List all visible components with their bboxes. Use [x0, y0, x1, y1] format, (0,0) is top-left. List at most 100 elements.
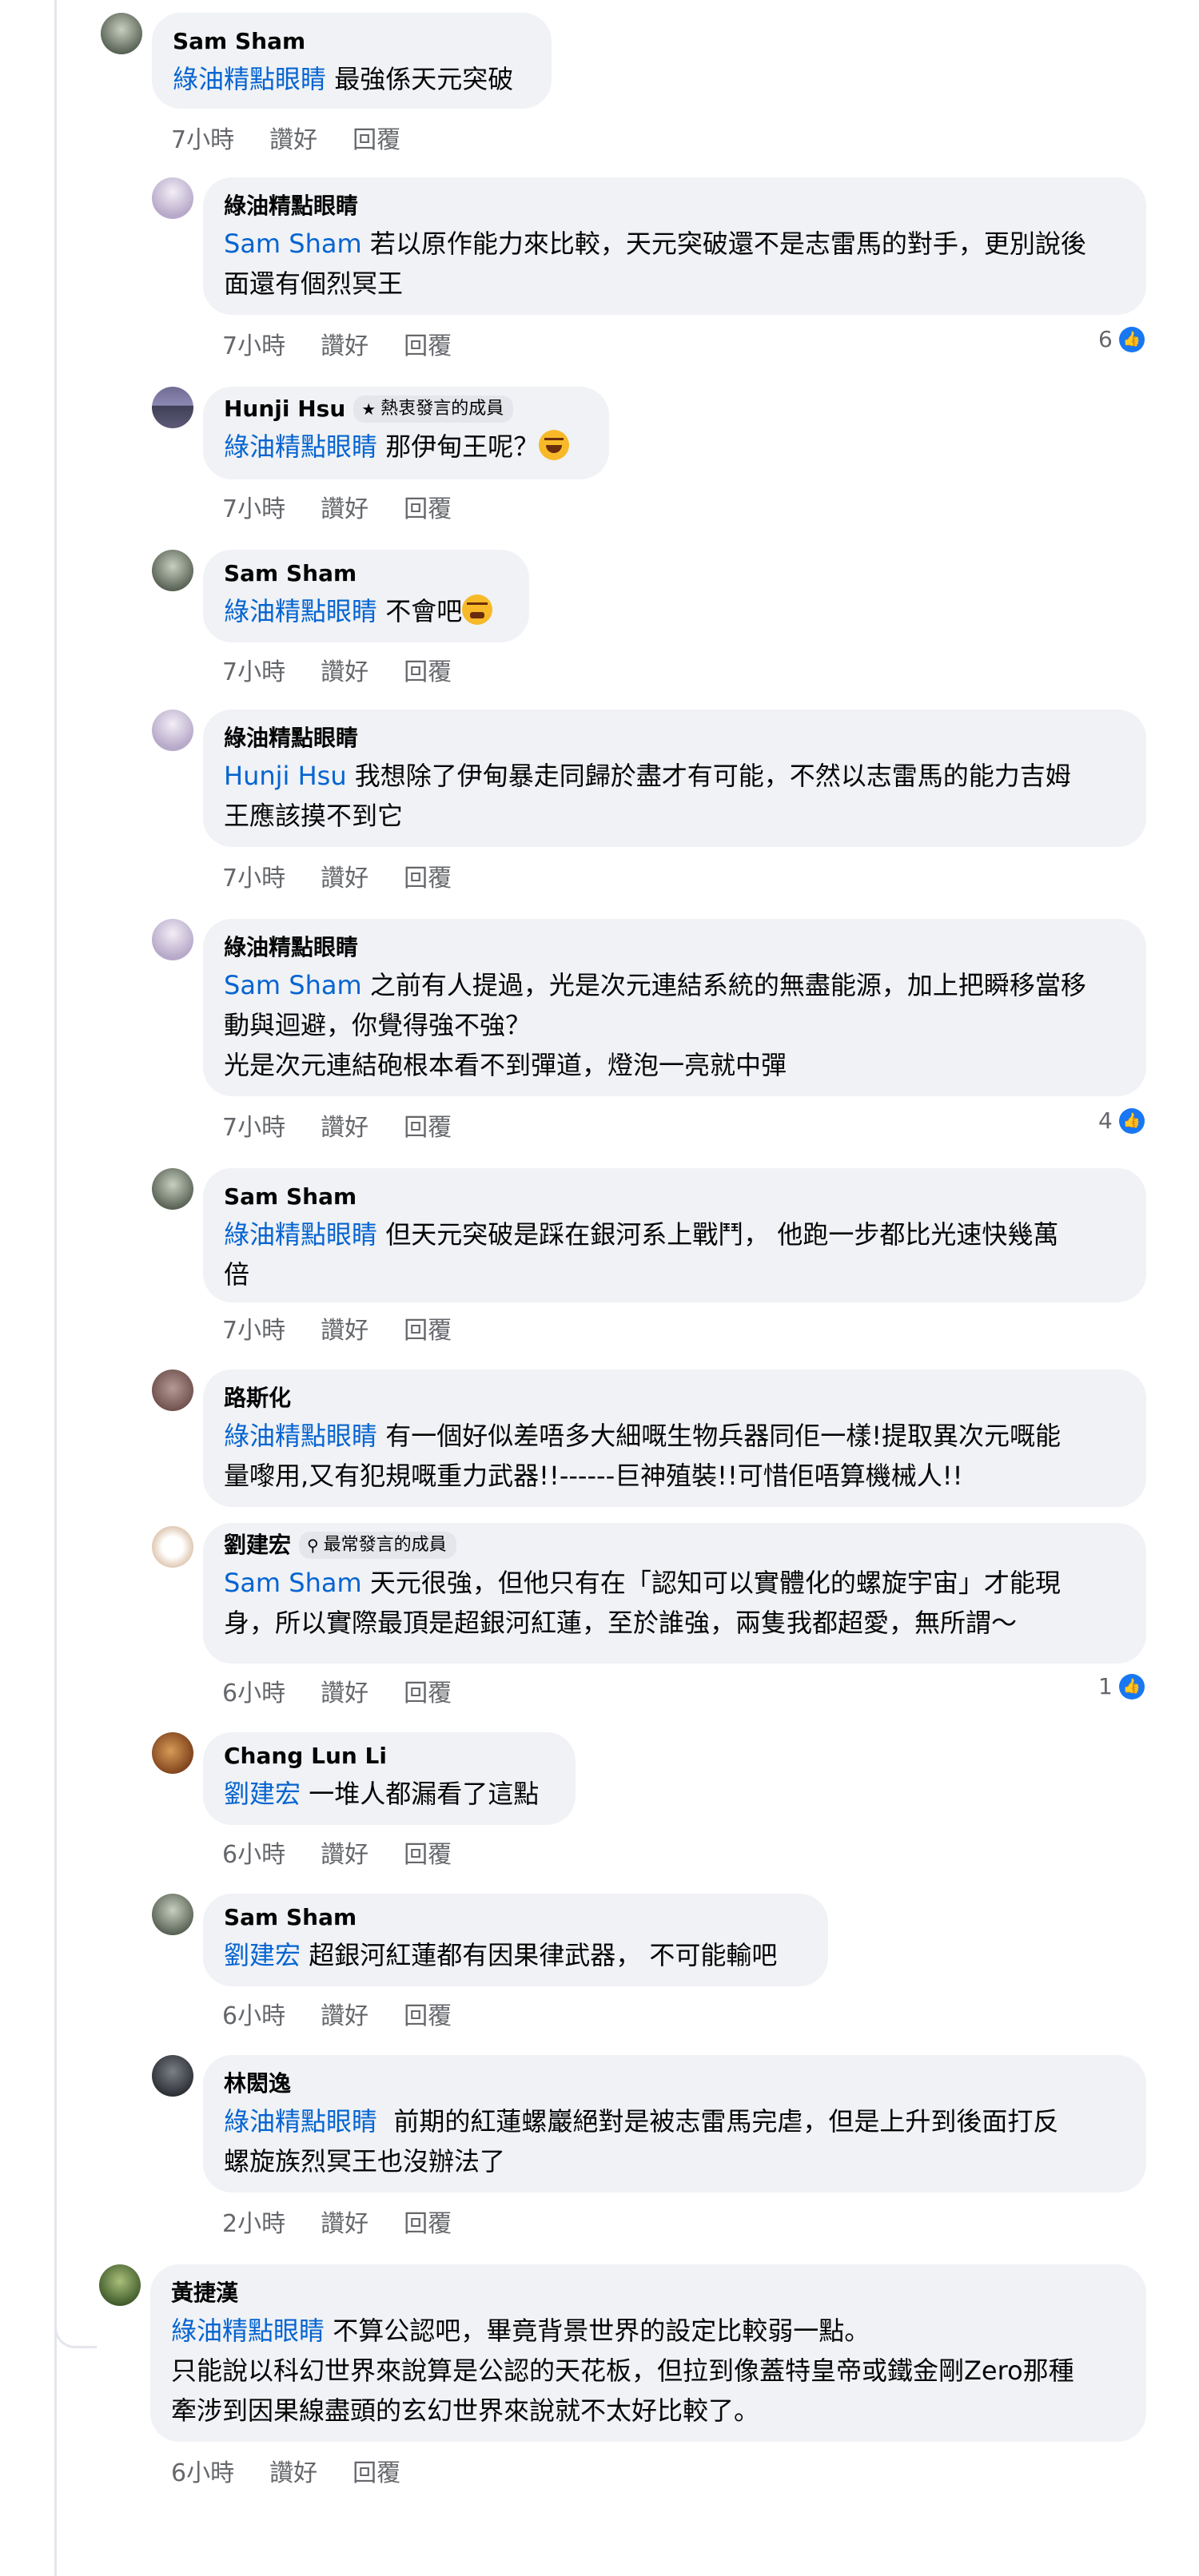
reply-button[interactable]: 回覆 [404, 1841, 452, 1870]
avatar[interactable] [152, 1526, 193, 1568]
mention-link[interactable]: 綠油精點眼睛 [224, 2106, 377, 2137]
reply-button[interactable]: 回覆 [353, 126, 400, 155]
avatar[interactable] [152, 1894, 193, 1935]
timestamp[interactable]: 7小時 [171, 126, 234, 155]
comment-actions: 7小時 讚好 回覆 [222, 865, 452, 893]
reply-button[interactable]: 回覆 [404, 2210, 452, 2239]
like-button[interactable]: 讚好 [321, 658, 368, 687]
like-button[interactable]: 讚好 [321, 865, 368, 893]
reaction-count[interactable]: 6 👍 [1098, 326, 1145, 352]
mention-link[interactable]: 綠油精點眼睛 [224, 1421, 377, 1451]
like-button[interactable]: 讚好 [321, 2002, 368, 2031]
reply-button[interactable]: 回覆 [404, 1680, 452, 1708]
comment-author[interactable]: Hunji Hsu [224, 395, 345, 423]
timestamp[interactable]: 7小時 [222, 332, 285, 361]
reply-button[interactable]: 回覆 [404, 1317, 452, 1346]
comment-actions: 6小時 讚好 回覆 [171, 2459, 400, 2488]
like-button[interactable]: 讚好 [269, 126, 317, 155]
mention-link[interactable]: 綠油精點眼睛 [224, 1219, 377, 1250]
comment-text: 綠油精點眼睛 最強係天元突破 [173, 64, 514, 94]
like-button[interactable]: 讚好 [321, 495, 368, 524]
member-badge: ⚲ 最常發言的成員 [299, 1532, 456, 1559]
reply-button[interactable]: 回覆 [404, 658, 452, 687]
mention-link[interactable]: 綠油精點眼睛 [171, 2316, 325, 2346]
timestamp[interactable]: 7小時 [222, 658, 285, 687]
comment-bubble: Sam Sham 綠油精點眼睛 不會吧 [203, 550, 529, 642]
comment-actions: 7小時 讚好 回覆 [222, 1317, 452, 1346]
like-button[interactable]: 讚好 [269, 2459, 317, 2488]
timestamp[interactable]: 6小時 [171, 2459, 234, 2488]
comment-bubble: 綠油精點眼睛 Sam Sham 之前有人提過，光是次元連結系統的無盡能源，加上把… [203, 919, 1146, 1096]
comment-author[interactable]: 路斯化 [224, 1384, 1125, 1413]
comment-bubble: Sam Sham 綠油精點眼睛 但天元突破是踩在銀河系上戰鬥， 他跑一步都比光速… [203, 1168, 1146, 1302]
mention-link[interactable]: 綠油精點眼睛 [173, 64, 326, 94]
comment-author[interactable]: Sam Sham [224, 559, 508, 588]
star-icon: ★ [361, 400, 376, 419]
avatar[interactable] [152, 177, 193, 219]
mention-link[interactable]: Sam Sham [224, 1568, 362, 1598]
comment-author[interactable]: 綠油精點眼睛 [224, 192, 1125, 221]
timestamp[interactable]: 6小時 [222, 2002, 285, 2031]
comment-author[interactable]: Sam Sham [224, 1903, 807, 1932]
mention-link[interactable]: Sam Sham [224, 970, 362, 1000]
reply-button[interactable]: 回覆 [404, 332, 452, 361]
like-button[interactable]: 讚好 [321, 1841, 368, 1870]
comment-actions: 7小時 讚好 回覆 [222, 495, 452, 524]
avatar[interactable] [152, 2055, 193, 2097]
timestamp[interactable]: 6小時 [222, 1680, 285, 1708]
timestamp[interactable]: 7小時 [222, 865, 285, 893]
like-button[interactable]: 讚好 [321, 332, 368, 361]
reply-button[interactable]: 回覆 [404, 2002, 452, 2031]
reply-button[interactable]: 回覆 [404, 1114, 452, 1143]
like-button[interactable]: 讚好 [321, 1317, 368, 1346]
mention-link[interactable]: Sam Sham [224, 229, 362, 259]
comment-bubble: Hunji Hsu ★ 熱衷發言的成員 綠油精點眼睛 那伊甸王呢？ [203, 387, 609, 479]
avatar[interactable] [152, 387, 193, 428]
comment-bubble: 路斯化 綠油精點眼睛 有一個好似差唔多大細嘅生物兵器同佢一樣!提取異次元嘅能 量… [203, 1369, 1146, 1507]
mention-link[interactable]: 劉建宏 [224, 1779, 301, 1809]
mention-link[interactable]: 劉建宏 [224, 1940, 301, 1970]
comment-author-row: Hunji Hsu ★ 熱衷發言的成員 [224, 395, 588, 423]
comment-author[interactable]: Sam Sham [224, 1183, 1125, 1211]
reaction-count[interactable]: 4 👍 [1098, 1107, 1145, 1134]
timestamp[interactable]: 6小時 [222, 1841, 285, 1870]
comment-text: 劉建宏 超銀河紅蓮都有因果律武器， 不可能輸吧 [224, 1940, 778, 1970]
comment-author[interactable]: 林閎逸 [224, 2069, 1125, 2098]
reply-button[interactable]: 回覆 [404, 865, 452, 893]
comment-actions: 6小時 讚好 回覆 [222, 2002, 452, 2031]
mention-link[interactable]: 綠油精點眼睛 [224, 596, 377, 626]
comment-author[interactable]: Sam Sham [173, 27, 531, 56]
avatar[interactable] [101, 13, 142, 54]
comment-actions: 7小時 讚好 回覆 [222, 1114, 452, 1143]
medal-icon: ⚲ [307, 1536, 319, 1555]
like-button[interactable]: 讚好 [321, 2210, 368, 2239]
thumbs-up-icon: 👍 [1118, 1673, 1145, 1699]
comment-author[interactable]: 綠油精點眼睛 [224, 933, 1125, 962]
comment-text: 綠油精點眼睛 前期的紅蓮螺巖絕對是被志雷馬完虐，但是上升到後面打反 螺旋族烈冥王… [224, 2106, 1059, 2176]
mention-link[interactable]: 綠油精點眼睛 [224, 431, 377, 462]
avatar[interactable] [152, 1369, 193, 1411]
comment-author[interactable]: 綠油精點眼睛 [224, 724, 1125, 753]
timestamp[interactable]: 2小時 [222, 2210, 285, 2239]
reaction-count[interactable]: 1 👍 [1098, 1673, 1145, 1699]
comment-text: 綠油精點眼睛 有一個好似差唔多大細嘅生物兵器同佢一樣!提取異次元嘅能 量嚟用,又… [224, 1421, 1062, 1491]
timestamp[interactable]: 7小時 [222, 1317, 285, 1346]
timestamp[interactable]: 7小時 [222, 1114, 285, 1143]
avatar[interactable] [152, 550, 193, 591]
avatar[interactable] [152, 1732, 193, 1774]
avatar[interactable] [152, 1168, 193, 1210]
mention-link[interactable]: Hunji Hsu [224, 761, 347, 791]
comment-author[interactable]: 黃捷漢 [171, 2279, 1125, 2308]
comment-author[interactable]: Chang Lun Li [224, 1742, 555, 1771]
timestamp[interactable]: 7小時 [222, 495, 285, 524]
reply-button[interactable]: 回覆 [404, 495, 452, 524]
avatar[interactable] [152, 919, 193, 960]
comment-actions: 6小時 讚好 回覆 [222, 1680, 452, 1708]
comment-text: Sam Sham 天元很強，但他只有在「認知可以實體化的螺旋宇宙」才能現 身，所… [224, 1568, 1061, 1638]
avatar[interactable] [99, 2264, 141, 2306]
like-button[interactable]: 讚好 [321, 1680, 368, 1708]
reply-button[interactable]: 回覆 [353, 2459, 400, 2488]
avatar[interactable] [152, 710, 193, 751]
comment-author[interactable]: 劉建宏 [224, 1531, 291, 1560]
like-button[interactable]: 讚好 [321, 1114, 368, 1143]
